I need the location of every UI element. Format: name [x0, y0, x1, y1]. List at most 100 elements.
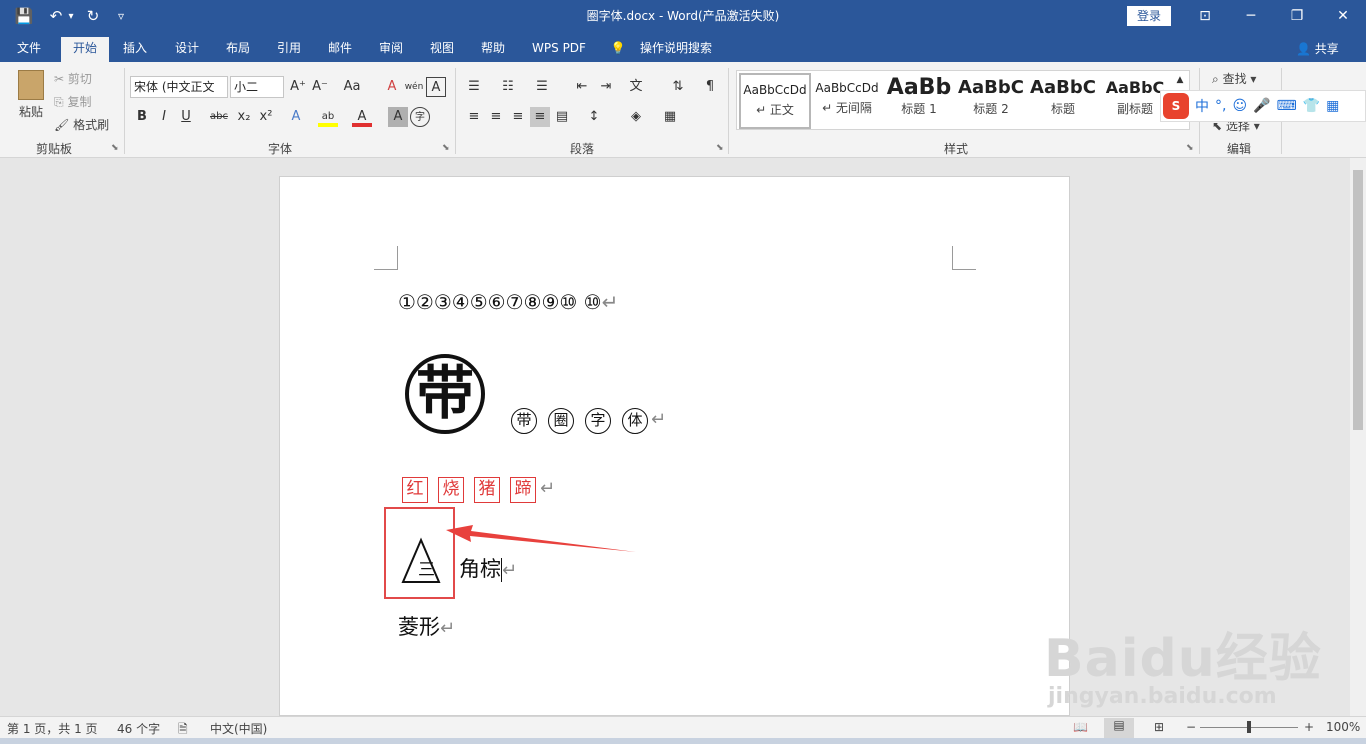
- ribbon-display-options-icon[interactable]: ⊡: [1182, 0, 1228, 32]
- justify-icon[interactable]: ≡: [530, 107, 550, 127]
- tab-file[interactable]: 文件: [8, 37, 50, 62]
- word-count-status[interactable]: 46 个字: [117, 720, 160, 737]
- style-heading-2[interactable]: AaBbC 标题 2: [955, 73, 1027, 129]
- tab-home[interactable]: 开始: [61, 37, 109, 62]
- distributed-icon[interactable]: ▤: [552, 107, 572, 127]
- style-title[interactable]: AaBbC 标题: [1027, 73, 1099, 129]
- scrollbar-thumb[interactable]: [1353, 170, 1363, 430]
- boxed-character: 猪: [474, 477, 500, 503]
- strikethrough-icon[interactable]: abc: [206, 107, 232, 127]
- decrease-indent-icon[interactable]: ⇤: [572, 77, 592, 97]
- bold-icon[interactable]: B: [132, 107, 152, 127]
- clear-formatting-icon[interactable]: A: [382, 77, 402, 97]
- copy-button[interactable]: ⎘ 复制: [54, 93, 91, 110]
- numbering-icon[interactable]: ☷: [498, 77, 518, 97]
- watermark-logo: Baidu经验: [1044, 629, 1322, 689]
- phonetic-guide-icon[interactable]: wén: [404, 77, 424, 97]
- tab-view[interactable]: 视图: [422, 37, 462, 62]
- paste-button[interactable]: 粘贴: [14, 70, 48, 130]
- skin-icon[interactable]: 👕: [1303, 98, 1320, 114]
- sogou-logo-icon[interactable]: S: [1163, 93, 1189, 119]
- enclose-characters-icon[interactable]: 字: [410, 107, 430, 127]
- tab-help[interactable]: 帮助: [473, 37, 513, 62]
- share-button[interactable]: 👤 共享: [1296, 40, 1339, 57]
- circled-characters-line[interactable]: 带圈字体 ↵: [511, 408, 666, 434]
- web-layout-icon[interactable]: ⊞: [1154, 720, 1164, 734]
- superscript-icon[interactable]: x²: [256, 107, 276, 127]
- clipboard-launcher-icon[interactable]: ⬊: [111, 143, 119, 153]
- vertical-scrollbar[interactable]: [1350, 158, 1366, 716]
- bullets-icon[interactable]: ☰: [464, 77, 484, 97]
- styles-scroll-up-icon[interactable]: ▲: [1172, 70, 1188, 90]
- increase-indent-icon[interactable]: ⇥: [596, 77, 616, 97]
- show-marks-icon[interactable]: ¶: [700, 77, 720, 97]
- close-button[interactable]: ✕: [1320, 0, 1366, 32]
- page-count-status[interactable]: 第 1 页，共 1 页: [7, 720, 98, 737]
- read-mode-icon[interactable]: 📖: [1073, 720, 1088, 734]
- toolbox-icon[interactable]: ▦: [1326, 98, 1339, 114]
- style-no-spacing[interactable]: AaBbCcDd ↵ 无间隔: [811, 73, 883, 129]
- format-painter-button[interactable]: 🖌 格式刷: [54, 116, 109, 133]
- boxed-characters-line[interactable]: 红烧猪蹄 ↵: [402, 477, 555, 503]
- divider: [455, 68, 456, 154]
- keyboard-icon[interactable]: ⌨: [1277, 98, 1297, 114]
- large-enclosed-character[interactable]: 带: [405, 354, 485, 434]
- align-center-icon[interactable]: ≡: [486, 107, 506, 127]
- character-shading-icon[interactable]: A: [388, 107, 408, 127]
- underline-icon[interactable]: U: [176, 107, 196, 127]
- tab-references[interactable]: 引用: [269, 37, 309, 62]
- align-left-icon[interactable]: ≡: [464, 107, 484, 127]
- font-color-icon[interactable]: A: [352, 107, 372, 127]
- chinese-layout-icon[interactable]: 文: [626, 77, 646, 97]
- multilevel-list-icon[interactable]: ☰: [532, 77, 552, 97]
- punctuation-icon[interactable]: °,: [1215, 98, 1226, 114]
- style-normal[interactable]: AaBbCcDd ↵ 正文: [739, 73, 811, 129]
- change-case-icon[interactable]: Aa: [338, 77, 366, 97]
- tab-layout[interactable]: 布局: [218, 37, 258, 62]
- zoom-out-button[interactable]: −: [1186, 720, 1196, 734]
- rhombus-line[interactable]: 菱形↵: [398, 611, 455, 641]
- zoom-slider-thumb[interactable]: [1247, 721, 1251, 733]
- text-effects-icon[interactable]: A: [286, 107, 306, 127]
- paragraph-launcher-icon[interactable]: ⬊: [716, 143, 724, 153]
- zoom-in-button[interactable]: +: [1304, 720, 1314, 734]
- borders-icon[interactable]: ▦: [660, 107, 680, 127]
- align-right-icon[interactable]: ≡: [508, 107, 528, 127]
- tab-insert[interactable]: 插入: [115, 37, 155, 62]
- highlight-color-icon[interactable]: ab: [318, 107, 338, 127]
- subscript-icon[interactable]: x₂: [234, 107, 254, 127]
- minimize-button[interactable]: ─: [1228, 0, 1274, 32]
- shading-icon[interactable]: ◈: [626, 107, 646, 127]
- tab-review[interactable]: 审阅: [371, 37, 411, 62]
- sort-icon[interactable]: ⇅: [668, 77, 688, 97]
- style-preview: AaBbC: [958, 77, 1024, 98]
- font-launcher-icon[interactable]: ⬊: [442, 143, 450, 153]
- tab-mailings[interactable]: 邮件: [320, 37, 360, 62]
- styles-launcher-icon[interactable]: ⬊: [1186, 143, 1194, 153]
- tab-wps-pdf[interactable]: WPS PDF: [524, 37, 594, 62]
- italic-icon[interactable]: I: [154, 107, 174, 127]
- ime-language-toggle[interactable]: 中: [1195, 96, 1209, 116]
- paragraph-group-label: 段落: [570, 142, 595, 156]
- find-button[interactable]: ⌕ 查找 ▾: [1212, 70, 1256, 87]
- style-name: ↵ 无间隔: [822, 101, 872, 115]
- cut-button[interactable]: ✂ 剪切: [54, 70, 92, 87]
- restore-button[interactable]: ❐: [1274, 0, 1320, 32]
- microphone-icon[interactable]: 🎤: [1253, 98, 1270, 114]
- font-size-combo[interactable]: 小二: [230, 76, 284, 98]
- font-name-combo[interactable]: 宋体 (中文正文: [130, 76, 228, 98]
- line-spacing-icon[interactable]: ↕: [584, 107, 604, 127]
- style-heading-1[interactable]: AaBb 标题 1: [883, 73, 955, 129]
- login-button[interactable]: 登录: [1127, 6, 1171, 26]
- emoji-icon[interactable]: ☺: [1232, 98, 1247, 114]
- language-status[interactable]: 中文(中国): [210, 720, 267, 737]
- character-border-icon[interactable]: A: [426, 77, 446, 97]
- shrink-font-icon[interactable]: A⁻: [310, 77, 330, 97]
- tell-me-search[interactable]: 操作说明搜索: [636, 37, 716, 62]
- print-layout-icon[interactable]: ▤: [1104, 718, 1134, 738]
- tab-design[interactable]: 设计: [167, 37, 207, 62]
- lightbulb-icon[interactable]: 💡: [610, 37, 626, 62]
- grow-font-icon[interactable]: A⁺: [288, 77, 308, 97]
- zoom-level[interactable]: 100%: [1326, 720, 1360, 734]
- circled-numbers-line[interactable]: ①②③④⑤⑥⑦⑧⑨⑩ ⑩↵: [398, 290, 618, 314]
